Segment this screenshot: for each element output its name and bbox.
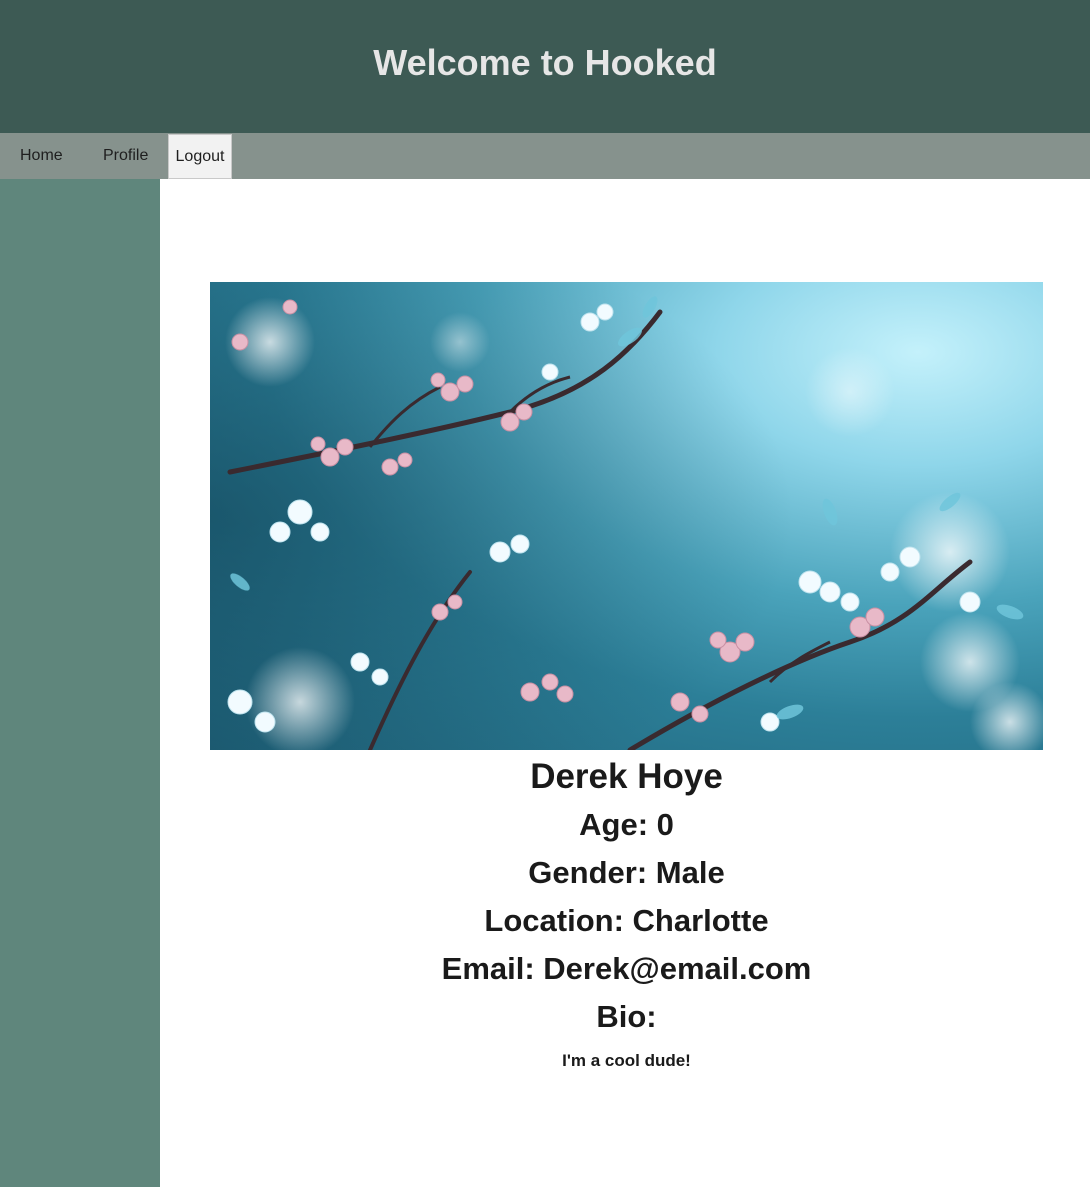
profile-gender: Gender: Male bbox=[528, 855, 725, 890]
nav-profile-link[interactable]: Profile bbox=[82, 133, 168, 179]
nav-home-link[interactable]: Home bbox=[0, 133, 82, 179]
profile-details: Derek Hoye Age: 0 Gender: Male Location:… bbox=[160, 753, 1090, 1079]
logout-button[interactable]: Logout bbox=[168, 134, 232, 179]
profile-age: Age: 0 bbox=[579, 807, 674, 842]
profile-content: Derek Hoye Age: 0 Gender: Male Location:… bbox=[160, 179, 1090, 1187]
page-title: Welcome to Hooked bbox=[373, 41, 717, 83]
profile-email: Email: Derek@email.com bbox=[441, 951, 812, 986]
site-header: Welcome to Hooked bbox=[0, 0, 1090, 133]
profile-bio-label: Bio: bbox=[596, 999, 657, 1034]
profile-bio-text: I'm a cool dude! bbox=[562, 1051, 691, 1070]
profile-photo bbox=[210, 282, 1043, 750]
top-navigation: Home Profile Logout bbox=[0, 133, 1090, 179]
profile-location: Location: Charlotte bbox=[484, 903, 769, 938]
profile-name: Derek Hoye bbox=[530, 757, 723, 796]
sidebar bbox=[0, 179, 160, 1187]
